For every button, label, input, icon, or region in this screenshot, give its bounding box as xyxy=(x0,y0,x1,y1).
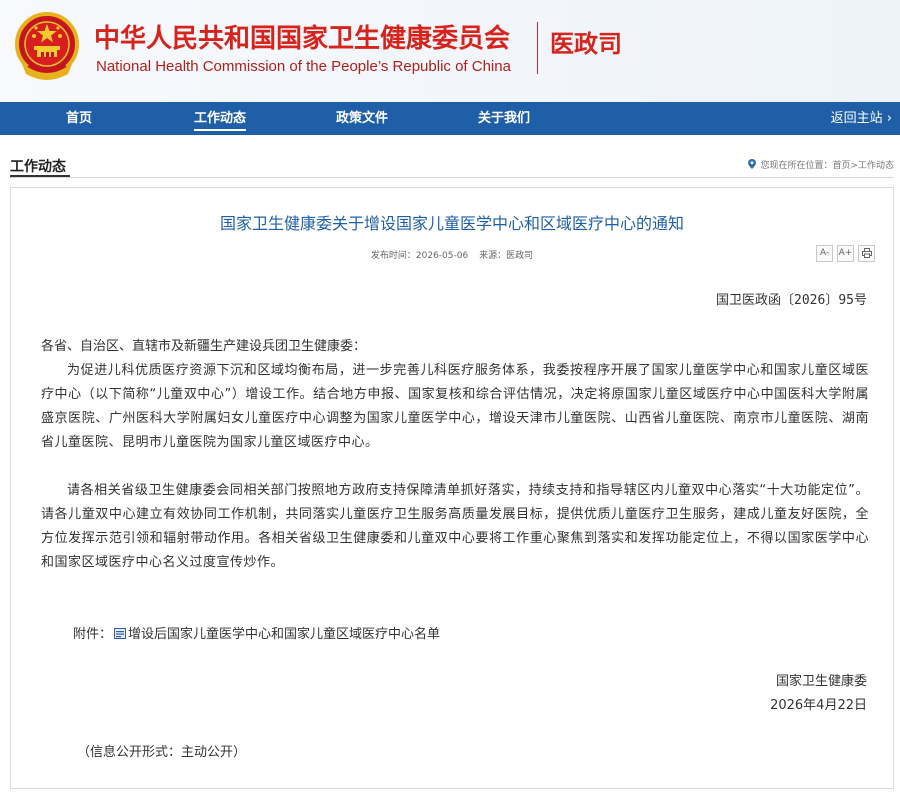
publish-date: 2026-05-06 xyxy=(415,251,469,261)
body-paragraph-2: 请各相关省级卫生健康委会同相关部门按照地方政府支持保障清单抓好落实，持续支持和指… xyxy=(41,483,869,570)
breadcrumb-path[interactable]: 首页>工作动态 xyxy=(832,161,894,171)
attachment-label: 附件： xyxy=(73,627,113,642)
section-title: 工作动态 xyxy=(10,159,66,175)
font-increase-button[interactable]: A+ xyxy=(837,245,854,262)
font-decrease-button[interactable]: A- xyxy=(816,245,833,262)
attachment: 附件： 增设后国家儿童医学中心和国家儿童区域医疗中心名单 xyxy=(73,623,440,642)
location-pin-icon xyxy=(748,159,757,169)
title-divider xyxy=(537,22,538,74)
salutation: 各省、自治区、直辖市及新疆生产建设兵团卫生健康委： xyxy=(41,339,367,354)
attachment-link[interactable]: 增设后国家儿童医学中心和国家儿童区域医疗中心名单 xyxy=(128,627,440,642)
site-title-cn[interactable]: 中华人民共和国国家卫生健康委员会 xyxy=(94,18,510,55)
department-name[interactable]: 医政司 xyxy=(550,24,622,59)
disclosure-note: （信息公开形式：主动公开） xyxy=(77,745,247,760)
source-label: 来源： xyxy=(479,251,507,261)
nav-item-policy-docs[interactable]: 政策文件 xyxy=(336,102,388,135)
source-value: 医政司 xyxy=(506,251,534,261)
site-title-en[interactable]: National Health Commission of the People… xyxy=(96,58,511,75)
breadcrumb: 您现在所在位置：首页>工作动态 xyxy=(748,158,894,171)
print-icon xyxy=(861,247,872,258)
article-title: 国家卫生健康委关于增设国家儿童医学中心和区域医疗中心的通知 xyxy=(219,214,684,233)
article-meta: 发布时间：2026-05-06 来源：医政司 xyxy=(11,248,893,261)
back-to-main-site-link[interactable]: 返回主站 › xyxy=(831,102,892,135)
main-nav: 首页 工作动态 政策文件 关于我们 返回主站 › xyxy=(0,102,900,135)
national-emblem-icon xyxy=(15,12,79,80)
signer: 国家卫生健康委 xyxy=(775,674,867,689)
location-label: 您现在所在位置： xyxy=(760,161,833,171)
site-header: 中华人民共和国国家卫生健康委员会 National Health Commiss… xyxy=(0,0,900,102)
article-source: 来源：医政司 xyxy=(479,251,533,261)
body-paragraph-1: 为促进儿科优质医疗资源下沉和区域均衡布局，进一步完善儿科医疗服务体系，我委按程序… xyxy=(41,363,869,450)
article-panel: 国家卫生健康委关于增设国家儿童医学中心和区域医疗中心的通知 发布时间：2026-… xyxy=(10,187,894,789)
article-tools: A- A+ xyxy=(812,245,875,264)
sign-date: 2026年4月22日 xyxy=(770,698,867,713)
nav-item-work-news[interactable]: 工作动态 xyxy=(194,102,247,135)
section-divider xyxy=(10,177,894,178)
document-file-icon xyxy=(114,628,127,639)
nav-item-home[interactable]: 首页 xyxy=(66,102,92,135)
publish-time: 发布时间：2026-05-06 xyxy=(371,251,468,261)
nav-item-about-us[interactable]: 关于我们 xyxy=(478,102,530,135)
print-button[interactable] xyxy=(858,245,875,262)
document-number: 国卫医政函〔2026〕95号 xyxy=(716,293,867,308)
publish-label: 发布时间： xyxy=(370,251,416,261)
